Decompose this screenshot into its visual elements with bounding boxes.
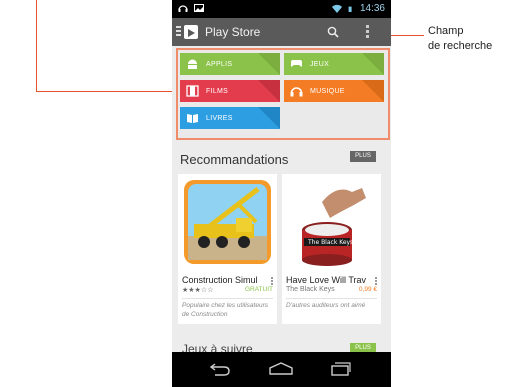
category-label: JEUX <box>310 61 330 68</box>
album-price: 0,99 € <box>358 286 377 293</box>
category-applis[interactable]: APPLIS <box>180 53 280 75</box>
search-icon[interactable] <box>327 26 339 38</box>
overflow-menu-icon[interactable] <box>375 277 377 286</box>
category-films[interactable]: FILMS <box>180 80 280 102</box>
battery-icon <box>348 6 352 12</box>
album-name: Have Love Will Trav <box>286 275 367 285</box>
recent-apps-icon[interactable] <box>330 362 352 376</box>
search-callout: Champ de recherche <box>428 24 492 54</box>
tile-shade <box>362 53 384 75</box>
tile-shade <box>258 80 280 102</box>
gamepad-icon <box>291 60 302 67</box>
app-bar: Play Store <box>172 18 391 46</box>
app-name: Construction Simul <box>182 275 258 285</box>
album-card[interactable]: The Black Keys Have Love Will Trav The B… <box>282 174 381 324</box>
album-cover: The Black Keys <box>282 174 381 270</box>
status-bar: 14:36 <box>172 0 391 18</box>
recommendation-note: D'autres auditeurs ont aimé <box>286 302 366 309</box>
back-icon[interactable] <box>209 362 231 376</box>
category-label: FILMS <box>206 88 229 95</box>
navigation-bar <box>172 352 391 387</box>
category-livres[interactable]: LIVRES <box>180 107 280 129</box>
annotation-line-horizontal <box>36 91 176 92</box>
card-divider <box>286 298 377 299</box>
tile-shade <box>258 107 280 129</box>
play-store-logo <box>184 25 198 39</box>
category-label: MUSIQUE <box>310 88 345 95</box>
card-divider <box>182 298 273 299</box>
wifi-icon <box>331 4 342 13</box>
app-card[interactable]: Construction Simul ★★★☆☆ GRATUIT Populai… <box>178 174 277 324</box>
headphones-icon <box>178 5 188 12</box>
overflow-menu-icon[interactable] <box>366 25 369 40</box>
more-button[interactable]: PLUS <box>350 151 376 162</box>
section-title: Recommandations <box>180 152 289 167</box>
film-icon <box>186 85 199 97</box>
book-icon <box>187 114 198 123</box>
clock: 14:36 <box>359 3 385 14</box>
image-icon <box>194 4 204 12</box>
category-label: LIVRES <box>206 115 233 122</box>
svg-text:The Black Keys: The Black Keys <box>307 239 353 246</box>
categories-grid: APPLIS JEUX FILMS MUSIQUE LIVRES <box>176 48 390 140</box>
app-thumbnail <box>178 174 277 270</box>
phone-screen: 14:36 Play Store APPLIS JEUX FILMS MUSIQ… <box>172 0 391 387</box>
artist-name: The Black Keys <box>286 286 335 293</box>
android-icon <box>188 59 197 69</box>
tile-shade <box>362 80 384 102</box>
headphones-icon <box>290 87 303 97</box>
app-price: GRATUIT <box>244 286 273 293</box>
app-rating: ★★★☆☆ <box>182 287 214 294</box>
overflow-menu-icon[interactable] <box>271 277 273 286</box>
callout-line-2: de recherche <box>428 40 493 52</box>
annotation-line-vertical <box>36 0 37 91</box>
category-label: APPLIS <box>206 61 233 68</box>
tile-shade <box>258 53 280 75</box>
home-icon[interactable] <box>268 362 294 376</box>
category-musique[interactable]: MUSIQUE <box>284 80 384 102</box>
app-title: Play Store <box>205 25 261 39</box>
recommendation-note: Populaire chez les utilisateurs de Const… <box>182 302 268 318</box>
menu-icon[interactable] <box>176 26 181 38</box>
category-jeux[interactable]: JEUX <box>284 53 384 75</box>
callout-line-1: Champ <box>428 25 464 37</box>
